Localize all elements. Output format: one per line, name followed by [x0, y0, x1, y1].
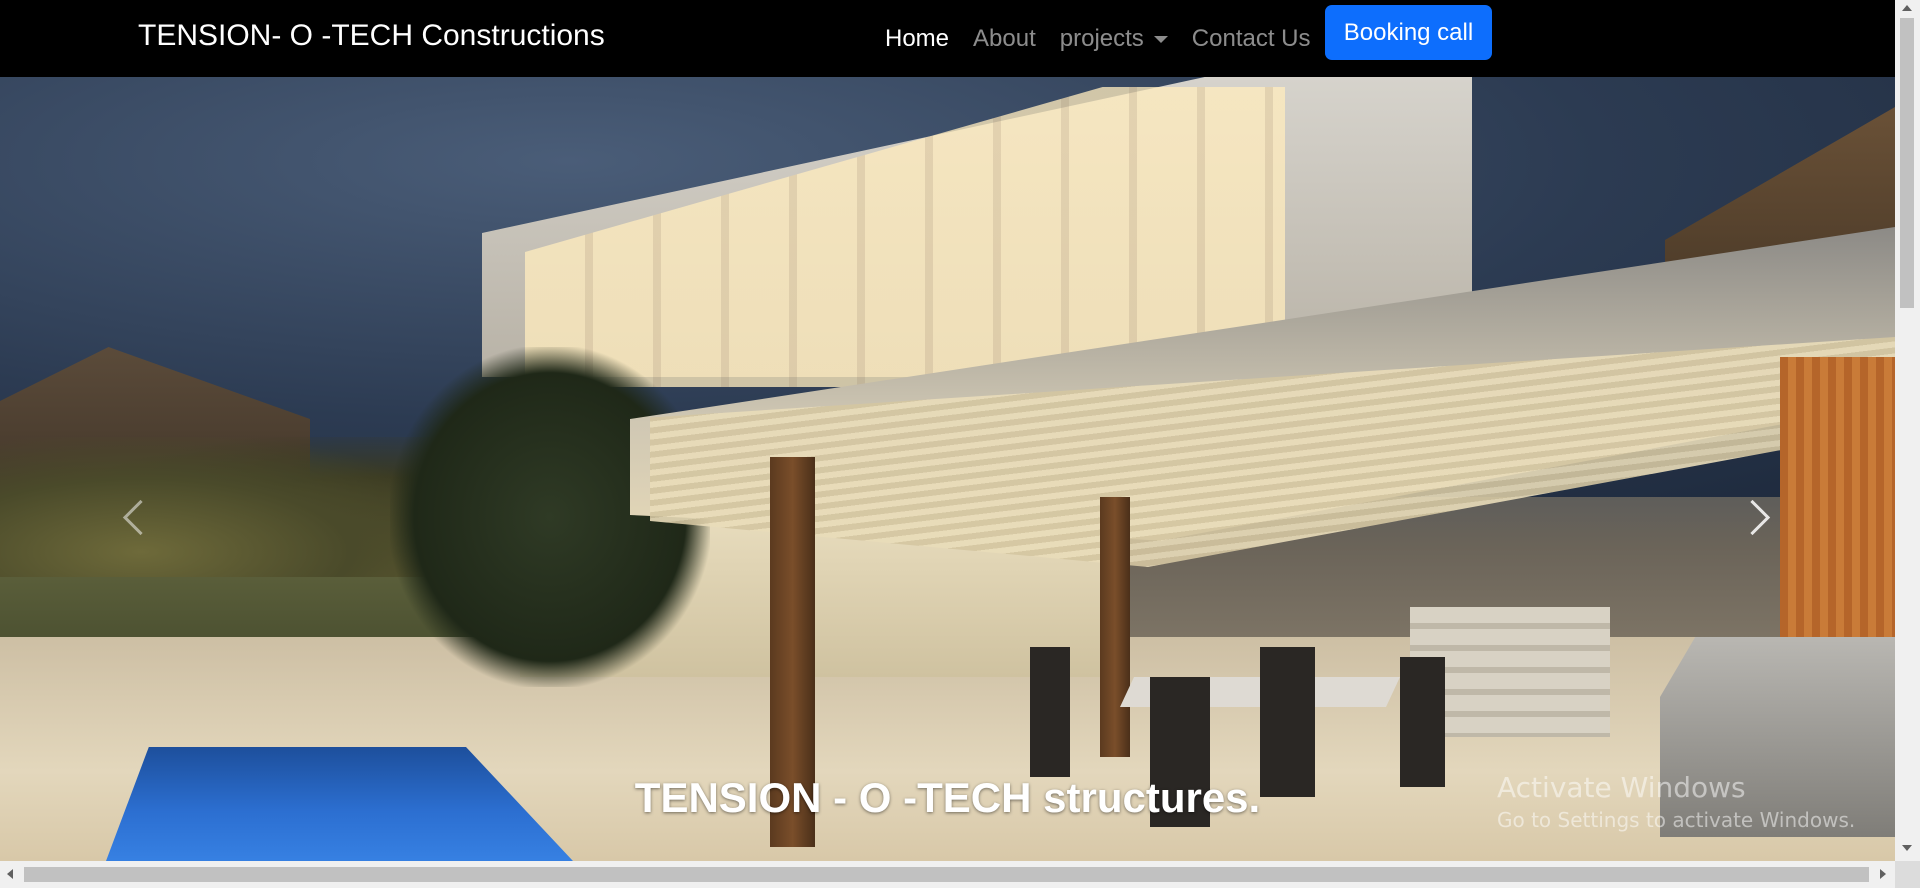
nav-link-about[interactable]: About [973, 25, 1036, 53]
chevron-left-icon [122, 499, 158, 535]
watermark-subtitle: Go to Settings to activate Windows. [1497, 808, 1856, 832]
scroll-right-arrow-icon[interactable] [1880, 869, 1886, 879]
windows-activation-watermark: Activate Windows Go to Settings to activ… [1497, 771, 1855, 832]
scroll-left-arrow-icon[interactable] [7, 869, 13, 879]
nav-link-home[interactable]: Home [885, 25, 949, 53]
navbar: TENSION- O -TECH Constructions Home Abou… [0, 0, 1895, 77]
nav-link-projects-dropdown[interactable]: projects [1060, 25, 1168, 53]
caret-down-icon [1153, 36, 1168, 43]
scroll-down-arrow-icon[interactable] [1902, 845, 1912, 851]
brand-logo-text[interactable]: TENSION- O -TECH Constructions [138, 18, 605, 54]
vertical-scrollbar[interactable] [1895, 0, 1920, 888]
chevron-right-icon [1734, 499, 1770, 535]
scroll-up-arrow-icon[interactable] [1902, 5, 1912, 11]
booking-call-button[interactable]: Booking call [1325, 5, 1492, 60]
vertical-scroll-thumb[interactable] [1900, 18, 1914, 308]
nav-link-projects-label: projects [1059, 24, 1144, 52]
horizontal-scrollbar[interactable] [0, 861, 1895, 888]
hero-carousel: TENSION - O -TECH structures. [0, 77, 1895, 861]
watermark-title: Activate Windows [1497, 771, 1746, 804]
carousel-prev-button[interactable] [110, 457, 170, 577]
nav-links: Home About projects Contact Us [885, 0, 1335, 77]
horizontal-scroll-thumb[interactable] [24, 867, 1869, 882]
nav-link-contact[interactable]: Contact Us [1192, 25, 1311, 53]
scrollbar-corner [1895, 861, 1920, 888]
carousel-next-button[interactable] [1722, 457, 1782, 577]
